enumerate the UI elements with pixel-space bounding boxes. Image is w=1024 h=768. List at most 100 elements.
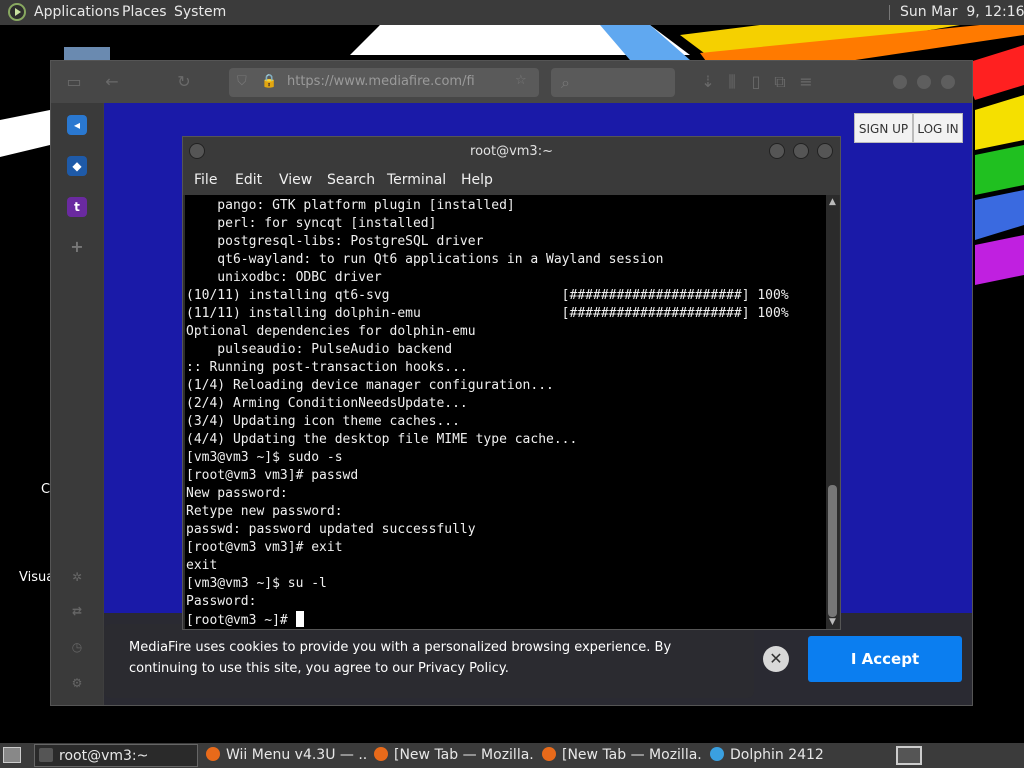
clock[interactable]: Sun Mar 9, 12:16 PM [900, 4, 1024, 20]
terminal-scrollbar[interactable]: ▲ ▼ [826, 195, 839, 629]
terminal-line: (11/11) installing dolphin-emu [########… [186, 306, 789, 321]
task-label: root@vm3:~ [59, 748, 149, 764]
terminal-prompt-line[interactable]: [root@vm3 ~]# [186, 611, 789, 629]
puzzle-icon[interactable]: ✲ [67, 567, 87, 587]
search-bar[interactable]: ⌕ [551, 68, 675, 97]
menu-icon[interactable]: ≡ [795, 71, 817, 93]
minimize-button[interactable] [893, 75, 907, 89]
menu-file[interactable]: File [194, 172, 217, 188]
translate-icon[interactable]: ⇄ [67, 601, 87, 621]
terminal-line: New password: [186, 486, 288, 501]
plus-icon[interactable]: + [67, 237, 87, 257]
task-terminal[interactable]: root@vm3:~ [34, 744, 198, 767]
maximize-button[interactable] [917, 75, 931, 89]
terminal-line: postgresql-libs: PostgreSQL driver [186, 234, 484, 249]
minimize-button[interactable] [769, 143, 785, 159]
terminal-line: (4/4) Updating the desktop file MIME typ… [186, 432, 578, 447]
terminal-line: [vm3@vm3 ~]$ su -l [186, 576, 327, 591]
terminal-output[interactable]: pango: GTK platform plugin [installed] p… [185, 195, 826, 629]
text-cursor [295, 611, 304, 627]
desktop-icon-label[interactable]: Visua [19, 570, 54, 585]
terminal-line: pango: GTK platform plugin [installed] [186, 198, 515, 213]
messenger-icon[interactable]: ◂ [67, 115, 87, 135]
task-firefox[interactable]: [New Tab — Mozilla... [538, 744, 702, 767]
shield-icon[interactable]: ⛉ [237, 74, 247, 89]
menu-help[interactable]: Help [461, 172, 493, 188]
top-panel: Applications Places System Sun Mar 9, 12… [0, 0, 1024, 25]
task-dolphin[interactable]: Dolphin 2412 [706, 744, 876, 767]
system-menu[interactable]: System [174, 4, 226, 20]
task-label: [New Tab — Mozilla... [562, 747, 702, 763]
terminal-line: exit [186, 558, 218, 573]
task-label: [New Tab — Mozilla... [394, 747, 534, 763]
gear-icon[interactable]: ⚙ [67, 673, 87, 693]
terminal-menubar: File Edit View Search Terminal Help [183, 167, 840, 195]
terminal-line: unixodbc: ODBC driver [186, 270, 382, 285]
terminal-line: [vm3@vm3 ~]$ sudo -s [186, 450, 343, 465]
url-bar[interactable]: ⛉ 🔒 https://www.mediafire.com/fi ☆ [229, 68, 539, 97]
menu-terminal[interactable]: Terminal [387, 172, 446, 188]
maximize-button[interactable] [793, 143, 809, 159]
terminal-line: [root@vm3 vm3]# passwd [186, 468, 359, 483]
terminal-line: [root@vm3 vm3]# exit [186, 540, 343, 555]
terminal-icon [39, 748, 53, 762]
extensions-icon[interactable]: ⧉ [769, 71, 791, 93]
menu-search[interactable]: Search [327, 172, 375, 188]
sidebar-toggle-icon[interactable]: ▯ [745, 71, 767, 93]
terminal-line: passwd: password updated successfully [186, 522, 476, 537]
library-icon[interactable]: ⫼ [721, 71, 743, 93]
terminal-line: Retype new password: [186, 504, 343, 519]
show-desktop-icon[interactable] [3, 747, 21, 763]
signup-button[interactable]: SIGN UP [854, 113, 913, 143]
workspace-switcher[interactable] [896, 746, 922, 765]
menu-edit[interactable]: Edit [235, 172, 262, 188]
lock-icon[interactable]: 🔒 [261, 74, 277, 89]
close-button[interactable] [817, 143, 833, 159]
places-menu[interactable]: Places [122, 4, 167, 20]
task-label: Wii Menu v4.3U — ... [226, 747, 366, 763]
login-button[interactable]: LOG IN [913, 113, 963, 143]
terminal-titlebar[interactable]: root@vm3:~ [183, 137, 840, 167]
firefox-icon [206, 747, 220, 761]
close-icon[interactable]: ✕ [763, 646, 789, 672]
desktop-icon-label[interactable]: C [41, 482, 50, 497]
browser-toolbar: ▭ ← ↻ ⛉ 🔒 https://www.mediafire.com/fi ☆… [51, 61, 972, 103]
terminal-line: Password: [186, 594, 257, 609]
back-icon[interactable]: ← [101, 71, 123, 93]
terminal-line: (3/4) Updating icon theme caches... [186, 414, 460, 429]
applications-menu-icon[interactable] [8, 3, 26, 21]
browser-sidebar: ◂ ◆ t + ✲ ⇄ ◷ ⚙ [51, 103, 103, 705]
scroll-down-icon[interactable]: ▼ [826, 617, 839, 627]
terminal-line: perl: for syncqt [installed] [186, 216, 437, 231]
terminal-text: pango: GTK platform plugin [installed] p… [186, 197, 789, 629]
terminal-window: root@vm3:~ File Edit View Search Termina… [182, 136, 841, 630]
scrollbar-thumb[interactable] [828, 485, 837, 617]
window-title: root@vm3:~ [470, 144, 553, 159]
t-icon[interactable]: t [67, 197, 87, 217]
firefox-icon [374, 747, 388, 761]
panel-separator [889, 5, 890, 20]
task-firefox[interactable]: Wii Menu v4.3U — ... [202, 744, 366, 767]
terminal-line: :: Running post-transaction hooks... [186, 360, 468, 375]
terminal-line: qt6-wayland: to run Qt6 applications in … [186, 252, 664, 267]
downloads-icon[interactable]: ⇣ [697, 71, 719, 93]
applications-menu[interactable]: Applications [34, 4, 120, 20]
scroll-up-icon[interactable]: ▲ [826, 197, 839, 207]
task-firefox[interactable]: [New Tab — Mozilla... [370, 744, 534, 767]
shield-icon[interactable]: ◆ [67, 156, 87, 176]
task-label: Dolphin 2412 [730, 747, 824, 763]
search-icon: ⌕ [561, 73, 570, 92]
history-icon[interactable]: ◷ [67, 637, 87, 657]
menu-view[interactable]: View [279, 172, 312, 188]
url-text[interactable]: https://www.mediafire.com/fi [287, 74, 475, 89]
dolphin-icon [710, 747, 724, 761]
reload-icon[interactable]: ↻ [173, 71, 195, 93]
accept-cookies-button[interactable]: I Accept [808, 636, 962, 682]
bookmark-star-icon[interactable]: ☆ [515, 73, 527, 88]
terminal-line: (2/4) Arming ConditionNeedsUpdate... [186, 396, 468, 411]
terminal-line: Optional dependencies for dolphin-emu [186, 324, 476, 339]
terminal-line: pulseaudio: PulseAudio backend [186, 342, 453, 357]
close-button[interactable] [941, 75, 955, 89]
taskbar: root@vm3:~ Wii Menu v4.3U — ... [New Tab… [0, 743, 1024, 768]
tab-icon[interactable]: ▭ [63, 71, 85, 93]
